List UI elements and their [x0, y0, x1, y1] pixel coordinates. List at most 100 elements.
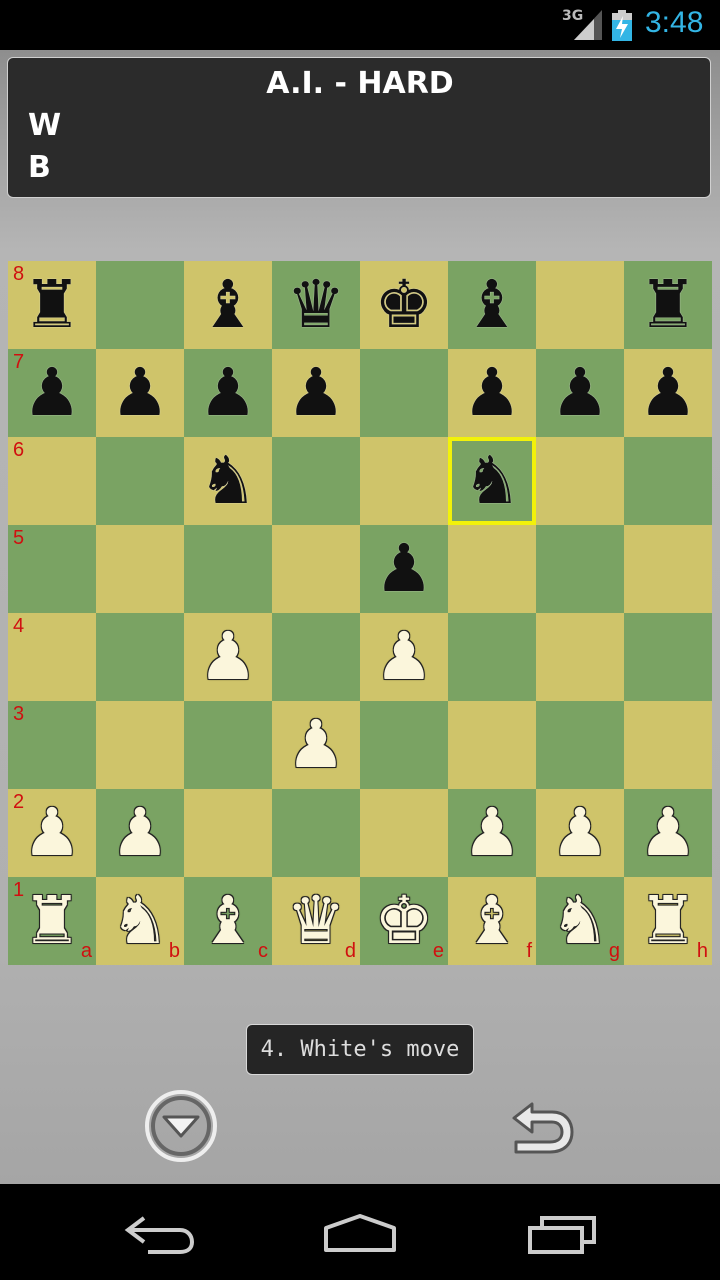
white-player-label: W: [28, 108, 62, 143]
white-pawn-icon: ♟: [462, 794, 522, 871]
recent-apps-icon[interactable]: [526, 1214, 598, 1254]
black-bishop-icon: ♝: [198, 266, 258, 343]
game-info-panel: A.I. - HARD W B: [7, 57, 711, 198]
square-g1[interactable]: ♞ g: [536, 877, 624, 965]
square-c1[interactable]: ♝ c: [184, 877, 272, 965]
square-c7[interactable]: ♟: [184, 349, 272, 437]
square-b5[interactable]: [96, 525, 184, 613]
square-c6[interactable]: ♞: [184, 437, 272, 525]
square-b1[interactable]: ♞ b: [96, 877, 184, 965]
black-pawn-icon: ♟: [198, 354, 258, 431]
square-c4[interactable]: ♟: [184, 613, 272, 701]
square-g7[interactable]: ♟: [536, 349, 624, 437]
square-b3[interactable]: [96, 701, 184, 789]
square-f3[interactable]: [448, 701, 536, 789]
square-f4[interactable]: [448, 613, 536, 701]
square-f6[interactable]: ♞: [448, 437, 536, 525]
black-queen-icon: ♛: [286, 266, 346, 343]
square-f2[interactable]: ♟: [448, 789, 536, 877]
square-f1[interactable]: ♝ f: [448, 877, 536, 965]
square-g4[interactable]: [536, 613, 624, 701]
square-e2[interactable]: [360, 789, 448, 877]
square-e6[interactable]: [360, 437, 448, 525]
square-h6[interactable]: [624, 437, 712, 525]
square-h2[interactable]: ♟: [624, 789, 712, 877]
black-pawn-icon: ♟: [638, 354, 698, 431]
undo-button[interactable]: [506, 1096, 578, 1158]
square-f8[interactable]: ♝: [448, 261, 536, 349]
file-label: h: [696, 940, 708, 962]
square-a8[interactable]: ♜ 8: [8, 261, 96, 349]
square-g5[interactable]: [536, 525, 624, 613]
square-e1[interactable]: ♚ e: [360, 877, 448, 965]
square-e3[interactable]: [360, 701, 448, 789]
square-g6[interactable]: [536, 437, 624, 525]
square-g8[interactable]: [536, 261, 624, 349]
black-pawn-icon: ♟: [462, 354, 522, 431]
square-d4[interactable]: [272, 613, 360, 701]
square-d3[interactable]: ♟: [272, 701, 360, 789]
square-b2[interactable]: ♟: [96, 789, 184, 877]
black-player-label: B: [28, 150, 51, 185]
square-e7[interactable]: [360, 349, 448, 437]
file-label: c: [258, 940, 268, 962]
square-c3[interactable]: [184, 701, 272, 789]
white-pawn-icon: ♟: [286, 706, 346, 783]
file-label: d: [344, 940, 356, 962]
rank-label: 7: [13, 351, 25, 373]
square-d2[interactable]: [272, 789, 360, 877]
square-h5[interactable]: [624, 525, 712, 613]
square-c2[interactable]: [184, 789, 272, 877]
square-d1[interactable]: ♛ d: [272, 877, 360, 965]
white-pawn-icon: ♟: [638, 794, 698, 871]
square-h1[interactable]: ♜ h: [624, 877, 712, 965]
status-bar: 3G 3:48: [0, 0, 720, 50]
back-icon[interactable]: [124, 1212, 196, 1256]
square-g3[interactable]: [536, 701, 624, 789]
square-b4[interactable]: [96, 613, 184, 701]
square-a5[interactable]: 5: [8, 525, 96, 613]
square-h3[interactable]: [624, 701, 712, 789]
square-a2[interactable]: ♟ 2: [8, 789, 96, 877]
move-status: 4. White's move: [246, 1024, 474, 1075]
square-e4[interactable]: ♟: [360, 613, 448, 701]
menu-button[interactable]: [144, 1089, 218, 1163]
clock: 3:48: [645, 6, 704, 39]
home-icon[interactable]: [322, 1212, 398, 1254]
rank-label: 3: [13, 703, 25, 725]
black-pawn-icon: ♟: [110, 354, 170, 431]
square-a3[interactable]: 3: [8, 701, 96, 789]
square-h4[interactable]: [624, 613, 712, 701]
square-b8[interactable]: [96, 261, 184, 349]
square-h8[interactable]: ♜: [624, 261, 712, 349]
rank-label: 6: [13, 439, 25, 461]
rank-label: 4: [13, 615, 25, 637]
file-label: a: [80, 940, 92, 962]
square-b6[interactable]: [96, 437, 184, 525]
rank-label: 2: [13, 791, 25, 813]
square-d5[interactable]: [272, 525, 360, 613]
square-g2[interactable]: ♟: [536, 789, 624, 877]
square-f7[interactable]: ♟: [448, 349, 536, 437]
square-a1[interactable]: ♜ 1 a: [8, 877, 96, 965]
square-f5[interactable]: [448, 525, 536, 613]
square-d8[interactable]: ♛: [272, 261, 360, 349]
rank-label: 5: [13, 527, 25, 549]
black-pawn-icon: ♟: [550, 354, 610, 431]
square-d6[interactable]: [272, 437, 360, 525]
square-a6[interactable]: 6: [8, 437, 96, 525]
black-bishop-icon: ♝: [462, 266, 522, 343]
square-a7[interactable]: ♟ 7: [8, 349, 96, 437]
square-c8[interactable]: ♝: [184, 261, 272, 349]
black-knight-icon: ♞: [462, 442, 522, 519]
black-rook-icon: ♜: [638, 266, 698, 343]
square-a4[interactable]: 4: [8, 613, 96, 701]
square-e5[interactable]: ♟: [360, 525, 448, 613]
square-c5[interactable]: [184, 525, 272, 613]
game-mode-title: A.I. - HARD: [266, 66, 454, 101]
square-e8[interactable]: ♚: [360, 261, 448, 349]
square-h7[interactable]: ♟: [624, 349, 712, 437]
black-pawn-icon: ♟: [374, 530, 434, 607]
square-b7[interactable]: ♟: [96, 349, 184, 437]
square-d7[interactable]: ♟: [272, 349, 360, 437]
